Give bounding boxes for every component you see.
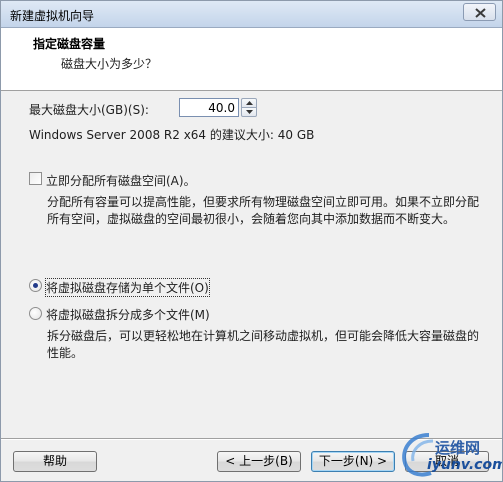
page-subtitle: 磁盘大小为多少？ [61, 57, 158, 71]
chevron-down-icon [246, 110, 253, 114]
close-icon [475, 8, 486, 18]
disk-size-input[interactable] [179, 98, 239, 117]
split-description: 拆分磁盘后，可以更轻松地在计算机之间移动虚拟机，但可能会降低大容量磁盘的性能。 [47, 329, 480, 360]
back-button[interactable]: < 上一步(B) [217, 451, 301, 472]
window-title: 新建虚拟机向导 [10, 9, 95, 23]
disk-size-label: 最大磁盘大小(GB)(S): [29, 103, 149, 117]
wizard-header: 指定磁盘容量 磁盘大小为多少？ [1, 28, 502, 91]
radio-selected-dot [33, 283, 38, 288]
watermark-logo: 运维网 iyunv.com [397, 429, 503, 481]
recommended-size-text: Windows Server 2008 R2 x64 的建议大小: 40 GB [29, 128, 315, 142]
store-single-file-radio[interactable] [29, 279, 42, 292]
chevron-up-icon [246, 101, 253, 105]
store-single-file-label[interactable]: 将虚拟磁盘存储为单个文件(O) [45, 278, 210, 297]
watermark-brand: 运维网 [435, 439, 481, 457]
help-button[interactable]: 帮助 [13, 451, 97, 472]
allocate-all-label[interactable]: 立即分配所有磁盘空间(A)。 [46, 172, 196, 189]
allocate-description: 分配所有容量可以提高性能，但要求所有物理磁盘空间立即可用。如果不立即分配所有空间… [47, 195, 480, 226]
split-multiple-files-radio[interactable] [29, 307, 42, 320]
disk-size-spinner[interactable] [241, 98, 257, 117]
title-bar[interactable]: 新建虚拟机向导 [1, 1, 502, 28]
close-button[interactable] [463, 3, 496, 21]
spin-down-button[interactable] [241, 107, 257, 117]
watermark-url: iyunv.com [427, 457, 503, 473]
split-multiple-files-label[interactable]: 将虚拟磁盘拆分成多个文件(M) [46, 306, 210, 323]
page-title: 指定磁盘容量 [33, 37, 106, 51]
allocate-all-checkbox[interactable] [29, 172, 42, 185]
wizard-window: 新建虚拟机向导 指定磁盘容量 磁盘大小为多少？ 最大磁盘大小(GB)(S): W… [0, 0, 503, 482]
next-button[interactable]: 下一步(N) > [311, 451, 395, 472]
